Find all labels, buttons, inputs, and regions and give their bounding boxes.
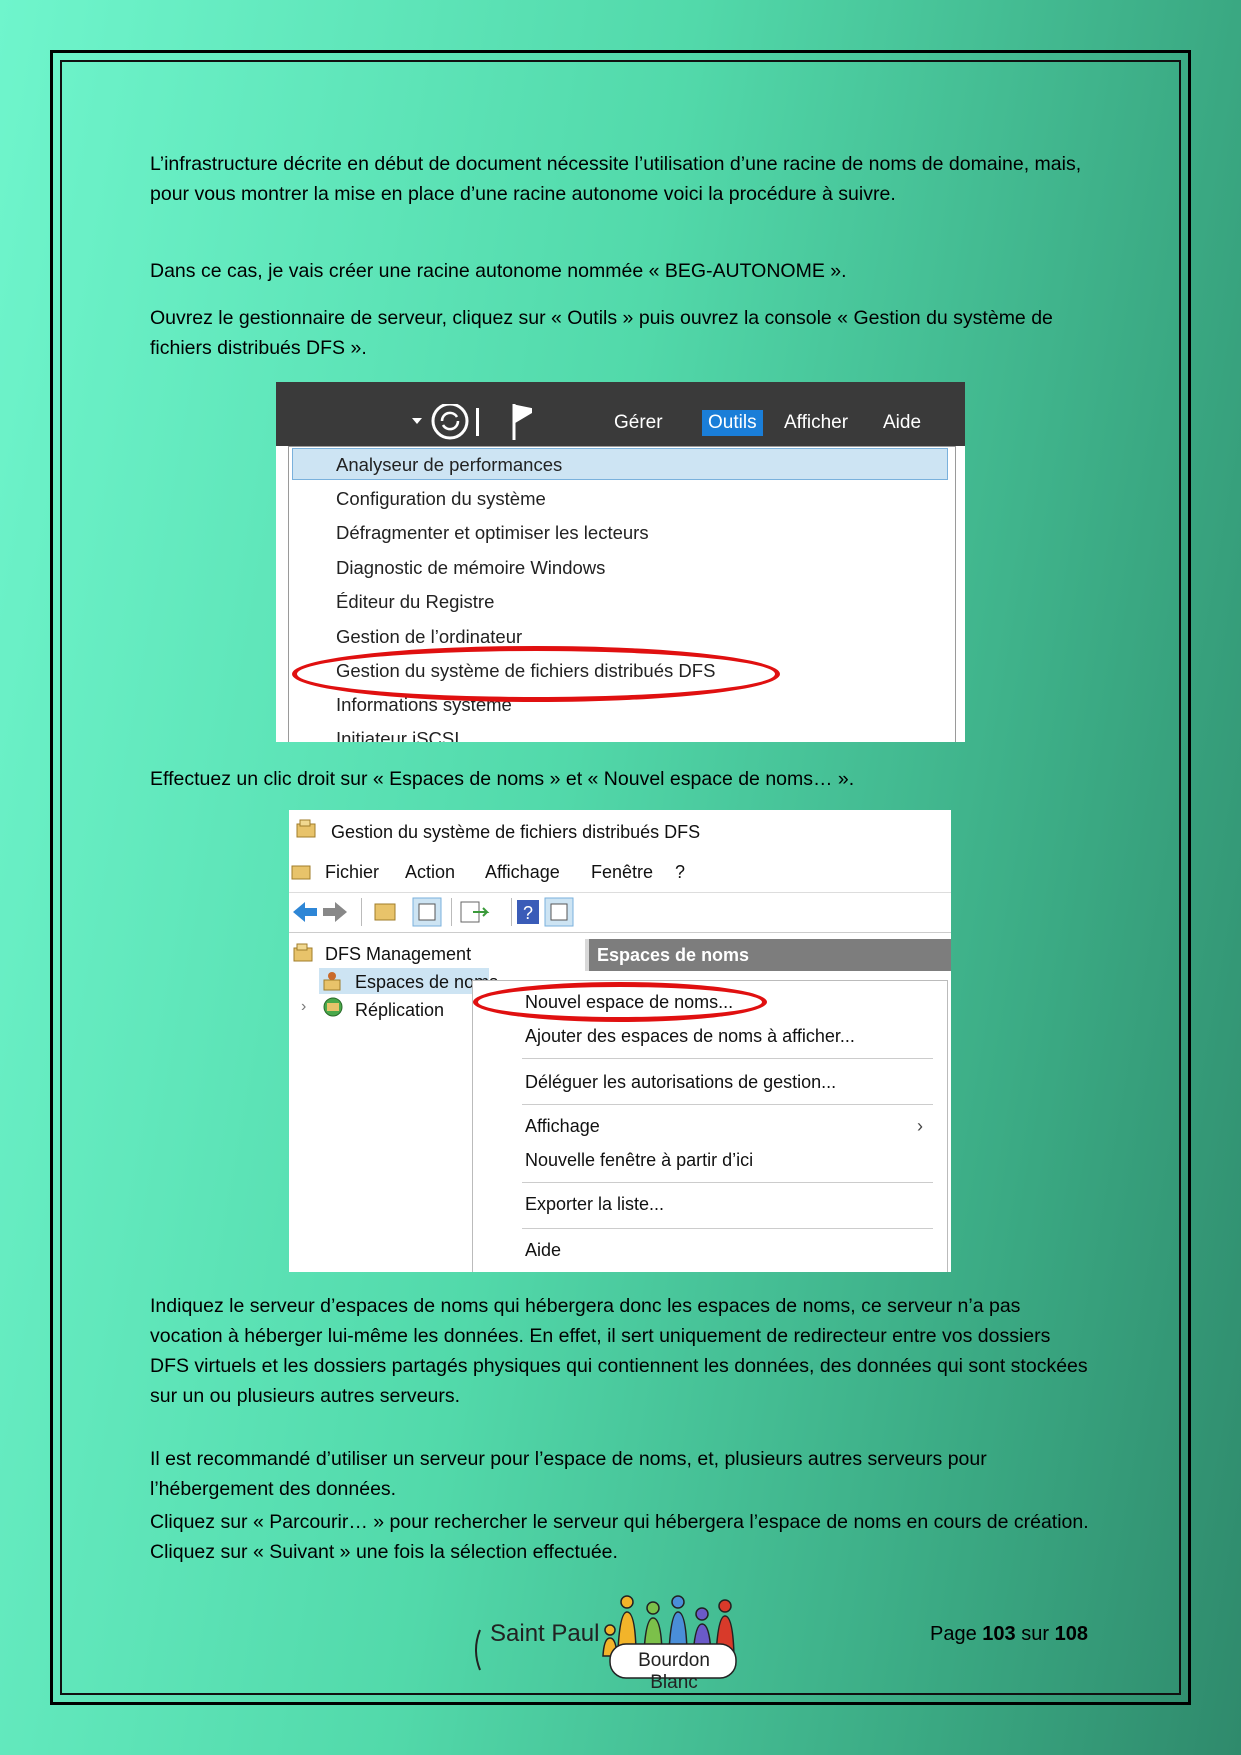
paragraph-open-console: Ouvrez le gestionnaire de serveur, cliqu… xyxy=(150,307,1053,359)
dropdown-arrow-icon xyxy=(412,418,422,424)
refresh-icon xyxy=(431,404,469,440)
tree-expand-chevron-icon[interactable]: › xyxy=(301,998,306,1016)
menu-action[interactable]: Action xyxy=(405,862,455,883)
server-manager-toolbar: Gérer Outils Afficher Aide xyxy=(276,382,965,446)
menu-item-defragmenter[interactable]: Défragmenter et optimiser les lecteurs xyxy=(336,522,649,544)
window-title: Gestion du système de fichiers distribué… xyxy=(331,822,701,842)
screenshot-outils-menu: Gérer Outils Afficher Aide Analyseur de … xyxy=(276,382,965,742)
paragraph-case: Dans ce cas, je vais créer une racine au… xyxy=(150,260,847,282)
ctx-ajouter-espaces[interactable]: Ajouter des espaces de noms à afficher..… xyxy=(525,1026,855,1047)
submenu-chevron-icon: › xyxy=(917,1116,923,1136)
flag-icon xyxy=(512,404,532,440)
menu-afficher[interactable]: Afficher xyxy=(784,412,848,434)
menu-fichier[interactable]: Fichier xyxy=(325,862,379,883)
up-folder-icon xyxy=(374,903,396,921)
menu-item-configuration[interactable]: Configuration du système xyxy=(336,488,546,510)
highlight-oval-nouvel-espace xyxy=(473,982,767,1022)
paragraph-recommendation: Il est recommandé d’utiliser un serveur … xyxy=(150,1448,987,1500)
menu-item-editeur-registre[interactable]: Éditeur du Registre xyxy=(336,591,494,613)
replication-icon xyxy=(323,997,343,1017)
menu-item-diagnostic[interactable]: Diagnostic de mémoire Windows xyxy=(336,557,605,579)
menu-outils[interactable]: Outils xyxy=(702,410,763,436)
tree-replication[interactable]: Réplication xyxy=(355,1000,444,1021)
menu-item-initiateur-iscsi[interactable]: Initiateur iSCSI xyxy=(336,728,459,742)
toolbar-divider xyxy=(476,408,479,436)
paragraph-browse: Cliquez sur « Parcourir… » pour recherch… xyxy=(150,1511,1089,1563)
dfs-management-icon xyxy=(293,943,313,962)
menu-fenetre[interactable]: Fenêtre xyxy=(591,862,653,883)
highlight-oval-dfs xyxy=(292,646,780,702)
ctx-aide[interactable]: Aide xyxy=(525,1240,561,1261)
forward-icon xyxy=(323,902,347,922)
screenshot-dfs-console: Gestion du système de fichiers distribué… xyxy=(289,810,951,1272)
menu-help[interactable]: ? xyxy=(675,862,685,883)
page-current: 103 xyxy=(982,1623,1016,1645)
page-number: Page 103 sur 108 xyxy=(930,1623,1088,1646)
paragraph-namespace-server: Indiquez le serveur d’espaces de noms qu… xyxy=(150,1295,1088,1407)
page-label: Page xyxy=(930,1623,977,1645)
ctx-separator xyxy=(522,1104,933,1105)
ctx-separator xyxy=(522,1182,933,1183)
school-logo: Saint Paul Bourdon Blanc xyxy=(470,1590,770,1693)
ctx-deleguer[interactable]: Déléguer les autorisations de gestion... xyxy=(525,1072,836,1093)
back-icon xyxy=(293,902,317,922)
toolbar-icons xyxy=(412,404,532,440)
paragraph-right-click: Effectuez un clic droit sur « Espaces de… xyxy=(150,768,855,790)
dfs-app-icon xyxy=(296,819,316,838)
console-menu-icon xyxy=(291,865,311,880)
ctx-separator xyxy=(522,1058,933,1059)
console-toolbar: ? xyxy=(289,892,951,927)
menu-item-analyseur[interactable]: Analyseur de performances xyxy=(336,454,562,476)
namespace-icon xyxy=(323,972,341,991)
svg-text:?: ? xyxy=(523,903,533,923)
ctx-exporter[interactable]: Exporter la liste... xyxy=(525,1194,664,1215)
menu-item-gestion-ordinateur[interactable]: Gestion de l’ordinateur xyxy=(336,626,522,648)
tree-dfs-management[interactable]: DFS Management xyxy=(325,944,471,965)
menu-affichage[interactable]: Affichage xyxy=(485,862,560,883)
ctx-affichage[interactable]: Affichage xyxy=(525,1116,600,1137)
menu-aide[interactable]: Aide xyxy=(883,412,921,434)
ctx-nouvelle-fenetre[interactable]: Nouvelle fenêtre à partir d’ici xyxy=(525,1150,753,1171)
page-separator: sur xyxy=(1021,1623,1050,1645)
page-total: 108 xyxy=(1054,1623,1088,1645)
logo-text-bourdon-blanc: Bourdon Blanc xyxy=(638,1650,710,1693)
menu-gerer[interactable]: Gérer xyxy=(614,412,663,434)
results-pane-title: Espaces de noms xyxy=(597,945,750,965)
ctx-separator xyxy=(522,1228,933,1229)
paragraph-intro: L’infrastructure décrite en début de doc… xyxy=(150,153,1082,205)
logo-text-saint-paul: Saint Paul xyxy=(490,1620,600,1647)
